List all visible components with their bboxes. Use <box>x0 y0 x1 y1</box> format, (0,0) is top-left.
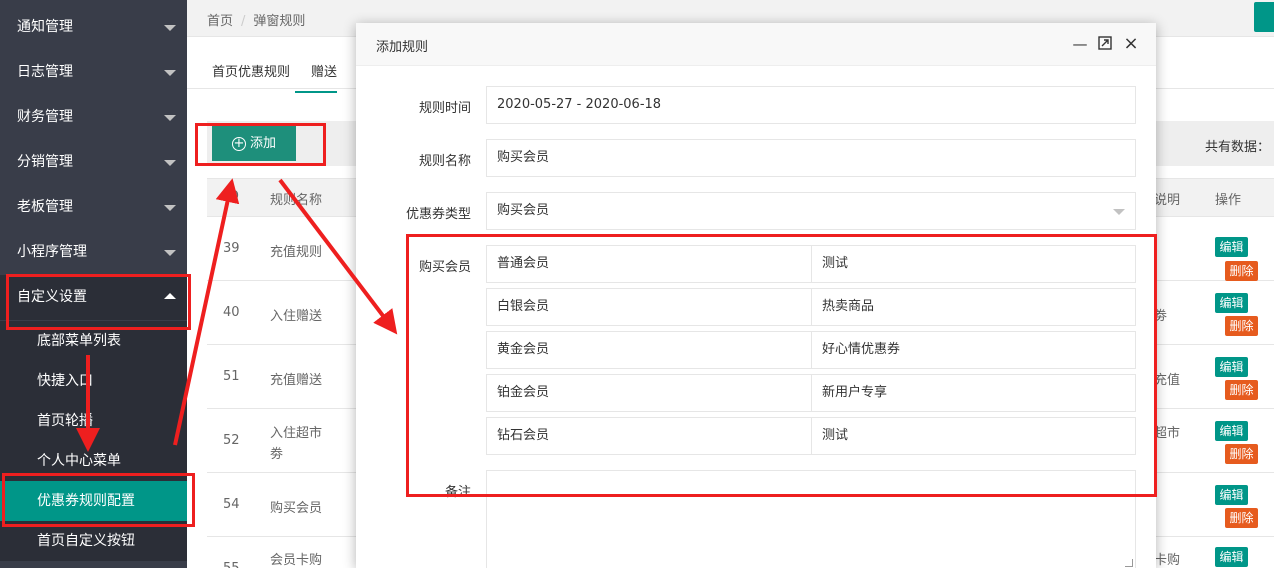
annotation-arrows <box>76 178 398 452</box>
arrow-up <box>173 178 240 446</box>
arrow-right <box>278 178 398 335</box>
